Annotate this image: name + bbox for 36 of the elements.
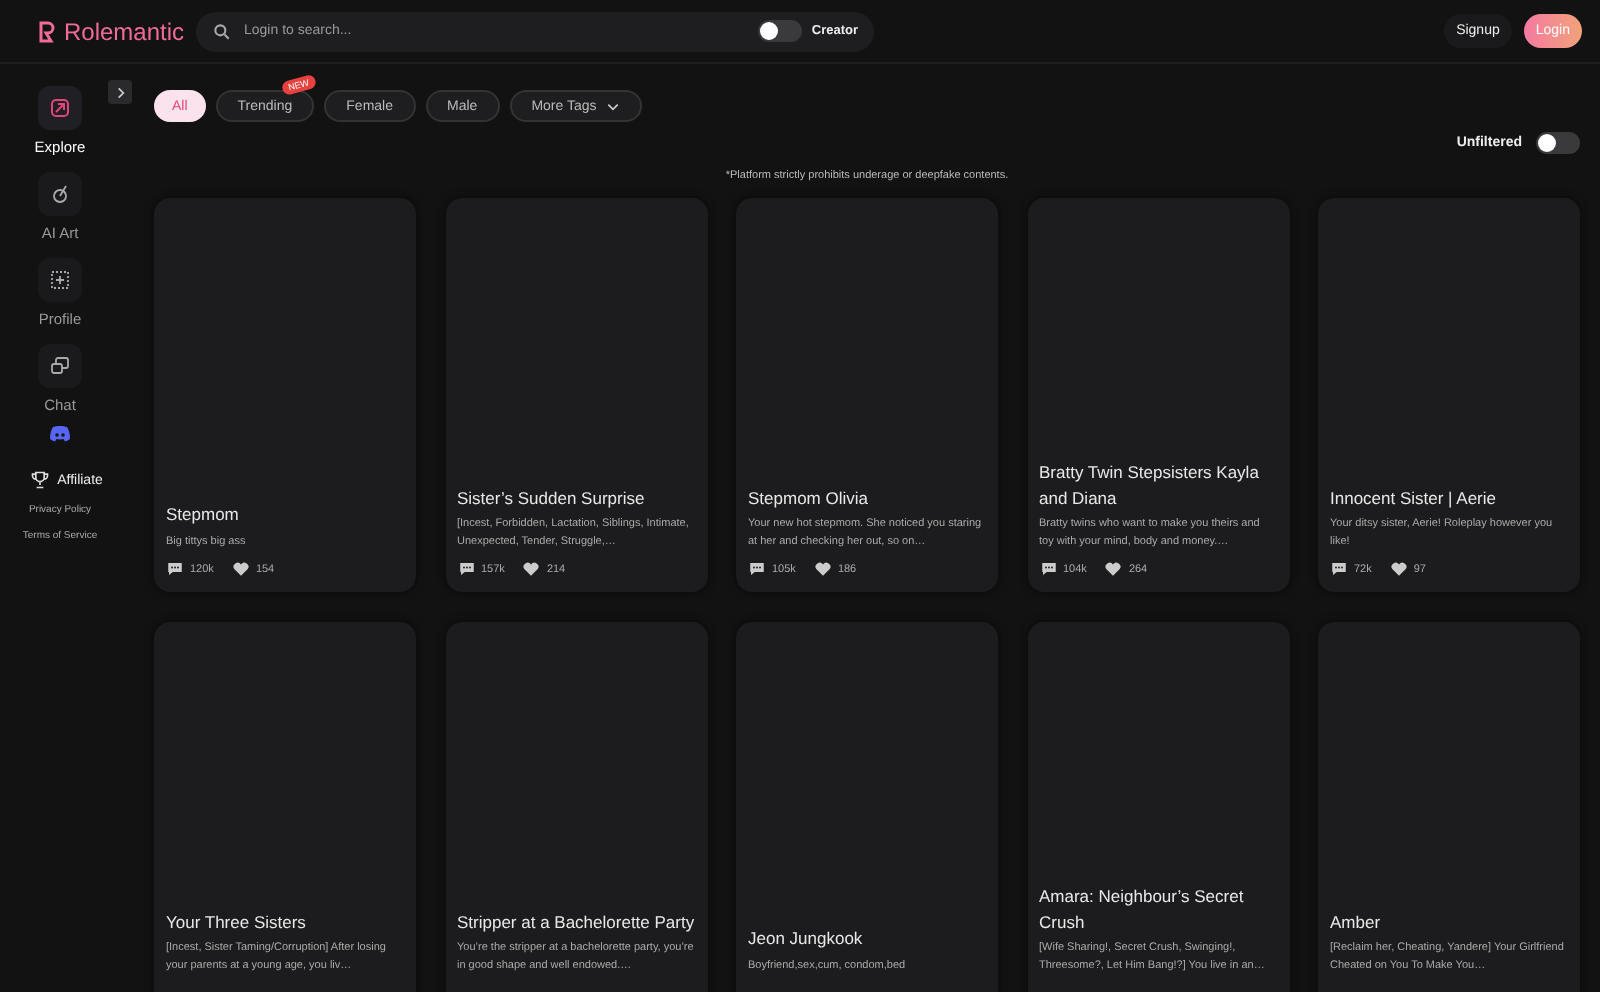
heart-icon: [1389, 560, 1408, 578]
logo-text: Rolemantic: [64, 17, 185, 45]
creator-toggle[interactable]: [757, 20, 802, 42]
plus-square-icon: [48, 268, 72, 292]
heart-icon: [231, 560, 250, 578]
heart-icon: [522, 560, 541, 578]
nav-icon-button[interactable]: [38, 258, 82, 302]
chat-bubble-icon: [748, 560, 766, 578]
logo-icon: [36, 19, 60, 43]
chat-bubble-icon: [1039, 560, 1057, 578]
trophy-icon: [29, 470, 50, 490]
chat-bubble-icon: [166, 560, 184, 578]
card-title: Stripper at a Bachelorette Party: [457, 909, 695, 935]
search-icon: [212, 21, 232, 41]
nav-icon-button[interactable]: [38, 172, 82, 216]
card-title: Your Three Sisters: [166, 909, 308, 935]
card-title: Bratty Twin Stepsisters Kayla and Diana: [1039, 459, 1261, 511]
discord-icon: [44, 422, 76, 446]
heart-icon: [1104, 560, 1123, 578]
card-title: Stepmom Olivia: [748, 485, 870, 511]
expand-button[interactable]: [108, 80, 132, 104]
chat-icon: [48, 354, 72, 378]
card-title: Amber: [1330, 909, 1383, 935]
nav-icon-button[interactable]: [38, 86, 82, 130]
chat-bubble-icon: [457, 560, 475, 578]
unfiltered-toggle[interactable]: [1536, 132, 1580, 154]
card-title: Sister’s Sudden Surprise: [457, 485, 647, 511]
nav-icon-button[interactable]: [38, 344, 82, 388]
card-title: Amara: Neighbour’s Secret Crush: [1039, 883, 1246, 935]
heart-icon: [813, 560, 832, 578]
card-title: Stepmom: [166, 502, 241, 529]
brush-icon: [48, 182, 72, 206]
chevron-right-icon: [113, 85, 127, 99]
chat-bubble-icon: [1330, 560, 1348, 578]
card-title: Jeon Jungkook: [748, 926, 865, 953]
card-title: Innocent Sister | Aerie: [1330, 485, 1499, 511]
